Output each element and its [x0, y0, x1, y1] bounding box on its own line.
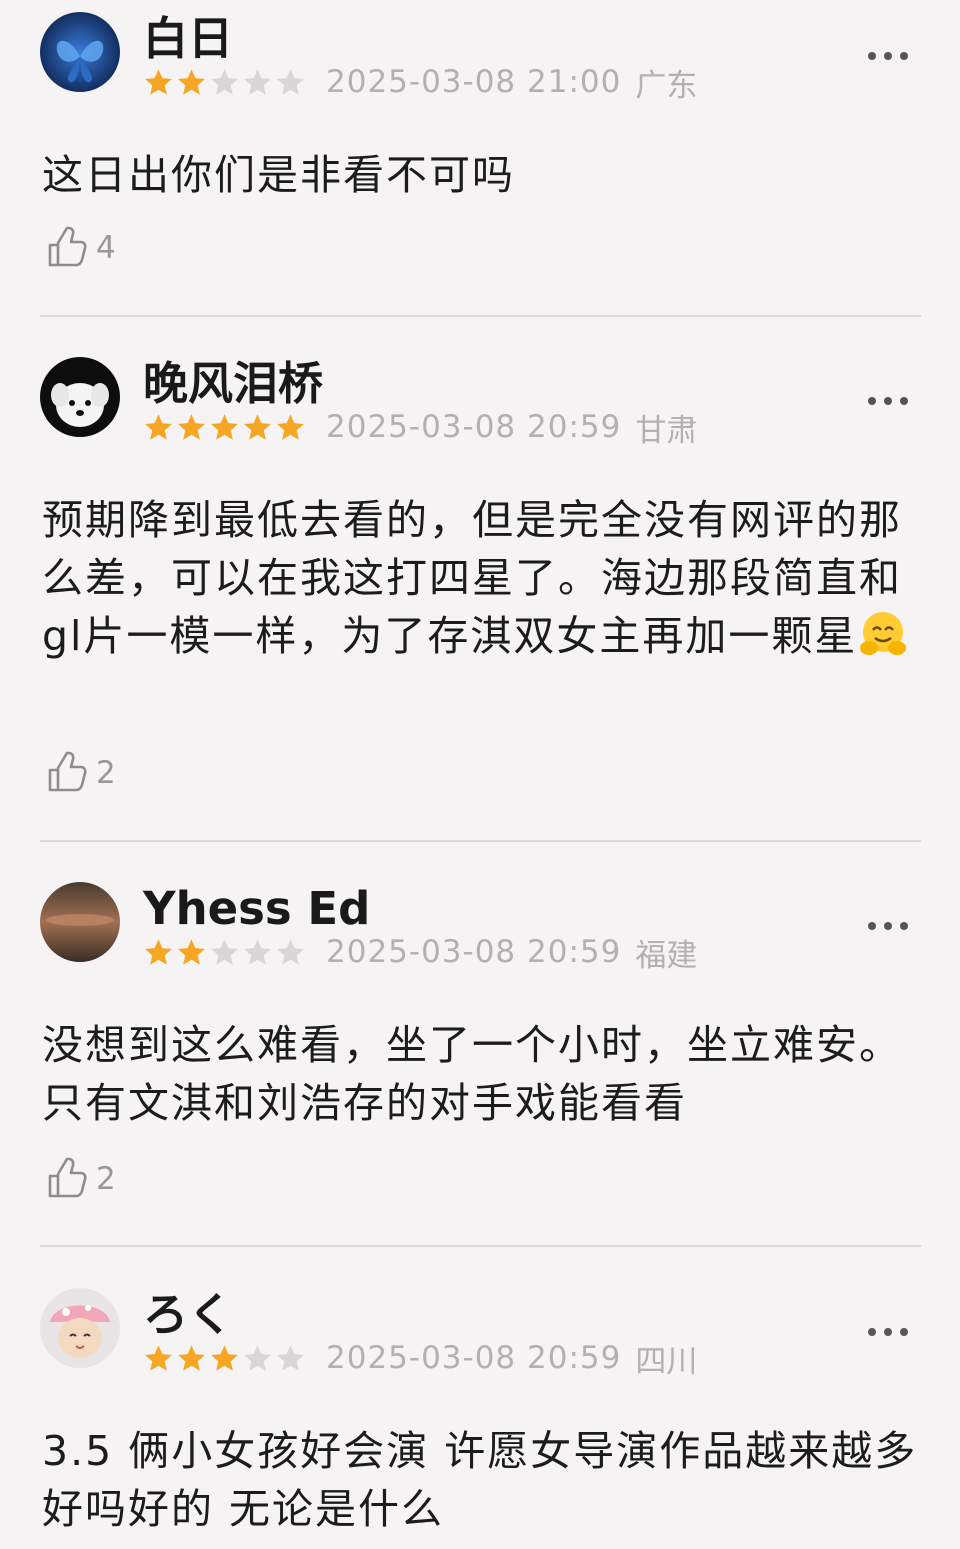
review-content: 没想到这么难看，坐了一个小时，坐立难安。只有文淇和刘浩存的对手戏能看看: [42, 1021, 902, 1127]
star-empty-icon: [244, 68, 271, 95]
thumbs-up-icon: [42, 1156, 88, 1202]
star-empty-icon: [277, 938, 304, 965]
username[interactable]: 白日: [143, 14, 233, 64]
divider: [40, 1245, 921, 1247]
like-count: 2: [96, 1161, 116, 1197]
star-filled-icon: [178, 413, 205, 440]
user-avatar[interactable]: [40, 882, 120, 962]
like-count: 4: [96, 230, 116, 266]
username[interactable]: 晚风泪桥: [143, 359, 323, 409]
sunset-sky-avatar: [40, 882, 120, 962]
star-empty-icon: [211, 68, 238, 95]
location: 四川: [635, 1343, 698, 1380]
star-rating: [143, 67, 308, 98]
star-filled-icon: [145, 413, 172, 440]
plush-doll-avatar: [40, 1288, 120, 1368]
timestamp: 2025-03-08 20:59: [326, 934, 622, 970]
review-content: 这日出你们是非看不可吗: [42, 151, 515, 199]
more-options-icon[interactable]: [868, 922, 908, 930]
review-meta: 2025-03-08 20:59 四川: [143, 1340, 697, 1380]
timestamp: 2025-03-08 20:59: [326, 1340, 622, 1376]
star-filled-icon: [145, 68, 172, 95]
like-count: 2: [96, 755, 116, 791]
hugging-face-emoji: [857, 608, 909, 660]
more-options-icon[interactable]: [868, 1328, 908, 1336]
review-meta: 2025-03-08 20:59 福建: [143, 934, 697, 974]
star-empty-icon: [244, 938, 271, 965]
review-text: 预期降到最低去看的，但是完全没有网评的那么差，可以在我这打四星了。海边那段简直和…: [42, 496, 902, 660]
star-filled-icon: [277, 413, 304, 440]
star-rating: [143, 937, 308, 968]
star-empty-icon: [244, 1344, 271, 1371]
star-empty-icon: [277, 68, 304, 95]
like-button[interactable]: 2: [42, 1156, 116, 1202]
white-puppy-avatar: [40, 357, 120, 437]
review-meta: 2025-03-08 21:00 广东: [143, 64, 697, 104]
like-button[interactable]: 4: [42, 225, 116, 271]
user-avatar[interactable]: [40, 12, 120, 92]
star-filled-icon: [178, 68, 205, 95]
location: 甘肃: [635, 412, 698, 449]
blue-butterfly-avatar: [40, 12, 120, 92]
star-filled-icon: [178, 938, 205, 965]
review-feed: 白日 2025-03-08 21:00 广东 这日出你们是非看不可吗 4 晚风泪…: [0, 0, 960, 1549]
user-avatar[interactable]: [40, 357, 120, 437]
star-empty-icon: [211, 938, 238, 965]
review-content: 3.5 俩小女孩好会演 许愿女导演作品越来越多好吗好的 无论是什么: [42, 1427, 918, 1533]
star-filled-icon: [178, 1344, 205, 1371]
thumbs-up-icon: [42, 225, 88, 271]
star-filled-icon: [211, 413, 238, 440]
review-meta: 2025-03-08 20:59 甘肃: [143, 409, 697, 449]
location: 福建: [635, 937, 698, 974]
user-avatar[interactable]: [40, 1288, 120, 1368]
timestamp: 2025-03-08 21:00: [326, 64, 622, 100]
like-button[interactable]: 2: [42, 750, 116, 796]
divider: [40, 315, 921, 317]
divider: [40, 840, 921, 842]
timestamp: 2025-03-08 20:59: [326, 409, 622, 445]
star-rating: [143, 412, 308, 443]
review-content: 预期降到最低去看的，但是完全没有网评的那么差，可以在我这打四星了。海边那段简直和…: [42, 491, 922, 665]
thumbs-up-icon: [42, 750, 88, 796]
username[interactable]: Yhess Ed: [143, 884, 370, 934]
star-filled-icon: [211, 1344, 238, 1371]
star-filled-icon: [244, 413, 271, 440]
username[interactable]: ろく: [143, 1290, 233, 1340]
location: 广东: [635, 67, 698, 104]
more-options-icon[interactable]: [868, 52, 908, 60]
star-filled-icon: [145, 1344, 172, 1371]
more-options-icon[interactable]: [868, 397, 908, 405]
star-filled-icon: [145, 938, 172, 965]
star-rating: [143, 1343, 308, 1374]
star-empty-icon: [277, 1344, 304, 1371]
